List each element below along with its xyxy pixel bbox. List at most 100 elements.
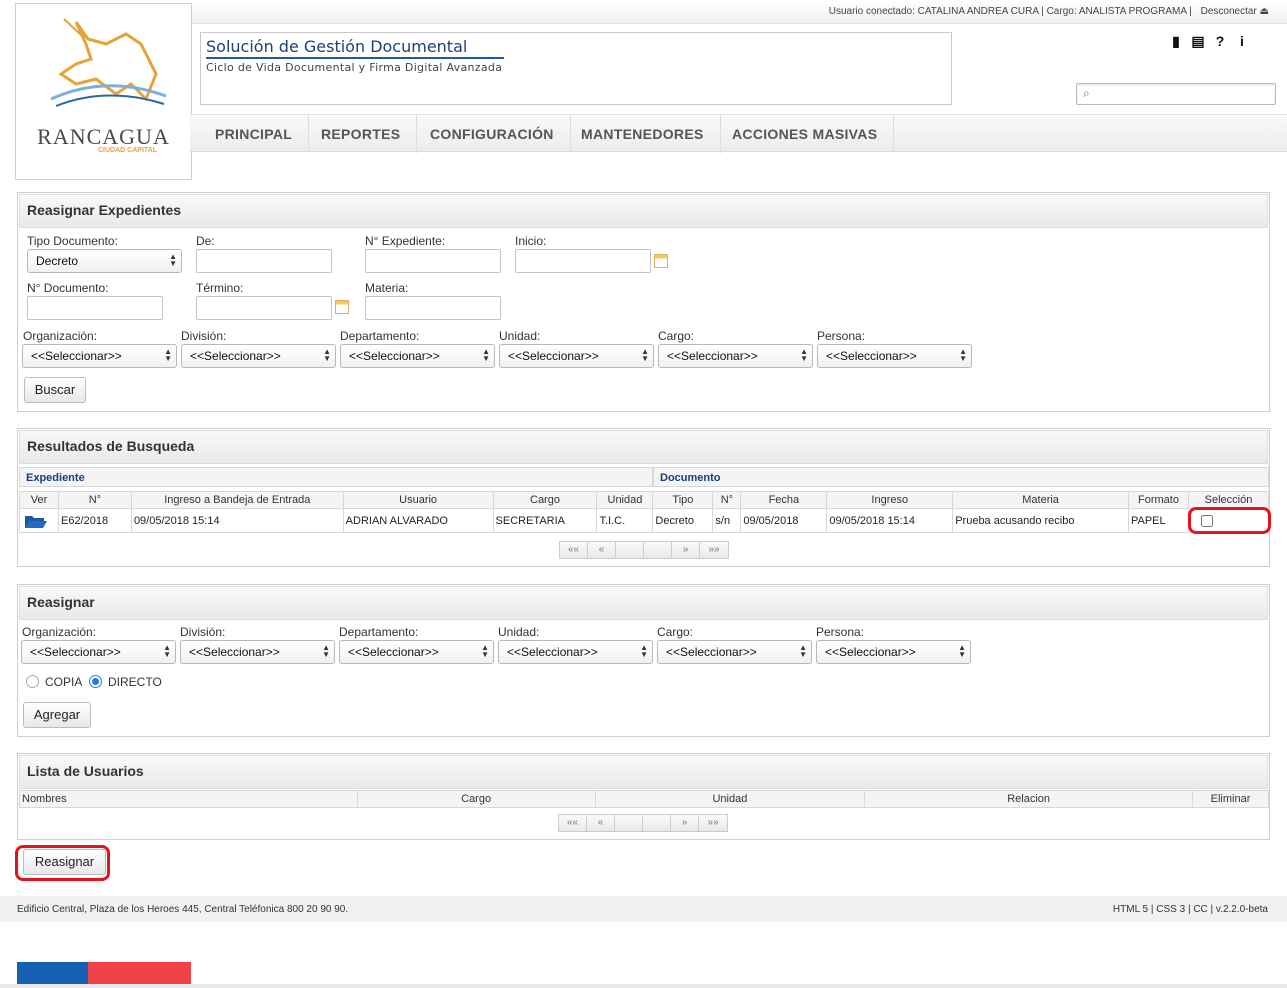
persona-select[interactable]: <<Seleccionar>> ▲ ▼ [816,640,971,664]
select-value: <<Seleccionar>> [825,645,916,659]
select-arrows-icon: ▲ ▼ [641,347,649,363]
col-cargo: Cargo [492,491,598,509]
logout-link[interactable]: Desconectar ⏏ [1201,6,1269,17]
n-expediente-input[interactable] [365,249,501,273]
highlight-reasignar [15,845,110,881]
division-select[interactable]: <<Seleccionar>> ▲ ▼ [181,344,336,368]
panel-title: Lista de Usuarios [19,755,1268,789]
col-tipo: Tipo [652,491,714,509]
select-value: Decreto [36,254,79,268]
unidad-select[interactable]: <<Seleccionar>> ▲ ▼ [499,344,654,368]
materia-label: Materia: [365,281,409,295]
directo-label: DIRECTO [108,675,162,689]
col-usuario: Usuario [342,491,494,509]
organizacion-label: Organización: [23,329,98,343]
news-icon[interactable]: ▤ [1187,33,1209,50]
calendar-icon[interactable] [335,300,349,314]
open-folder-icon[interactable] [24,513,48,529]
footer-address: Edificio Central, Plaza de los Heroes 44… [17,904,349,915]
horseman-emblem [50,18,167,107]
cargo-label: Cargo: [657,625,694,639]
cargo-select[interactable]: <<Seleccionar>> ▲ ▼ [657,640,812,664]
nav-principal[interactable]: PRINCIPAL [199,115,310,153]
select-value: <<Seleccionar>> [348,645,439,659]
select-value: <<Seleccionar>> [666,645,757,659]
col-numero: N° [57,491,132,509]
col-materia: Materia [952,491,1129,509]
select-value: <<Seleccionar>> [30,645,121,659]
logo-city-sub: CIUDAD CAPITAL [98,147,157,154]
col-cargo: Cargo [356,790,596,808]
prev-page-button[interactable]: « [587,815,615,831]
unidad-label: Unidad: [499,329,541,343]
next-page-button[interactable]: » [672,542,700,558]
departamento-select[interactable]: <<Seleccionar>> ▲ ▼ [340,344,495,368]
select-arrows-icon: ▲ ▼ [482,347,490,363]
organizacion-select[interactable]: <<Seleccionar>> ▲ ▼ [21,640,176,664]
ver-cell [19,508,59,533]
table-row: E62/2018 09/05/2018 15:14 ADRIAN ALVARAD… [19,508,1270,533]
termino-input[interactable] [196,296,332,320]
division-select[interactable]: <<Seleccionar>> ▲ ▼ [180,640,335,664]
agregar-button[interactable]: Agregar [23,702,91,728]
persona-select[interactable]: <<Seleccionar>> ▲ ▼ [817,344,972,368]
info-icon[interactable]: i [1231,33,1253,49]
top-bar: Usuario conectado: CATALINA ANDREA CURA … [190,0,1287,24]
departamento-label: Departamento: [339,625,419,639]
last-page-button[interactable]: »» [700,542,728,558]
ingreso-cell: 09/05/2018 15:14 [826,508,954,533]
n-documento-input[interactable] [27,296,163,320]
copia-label: COPIA [45,675,83,689]
last-page-button[interactable]: »» [699,815,727,831]
page-slot [643,815,671,831]
header-icons: ▮ ▤? i [1165,33,1253,50]
select-arrows-icon: ▲ ▼ [323,347,331,363]
search-input[interactable]: ⌕ [1076,83,1276,105]
nav-mantenedores[interactable]: MANTENEDORES [565,115,721,153]
col-unidad: Unidad [594,790,866,808]
calendar-icon[interactable] [654,254,668,268]
termino-label: Término: [196,281,244,295]
tipo-documento-select[interactable]: Decreto ▲ ▼ [27,249,182,273]
first-page-button[interactable]: «« [559,815,587,831]
cargo-cell: SECRETARIA [492,508,598,533]
rancagua-logo: RANCAGUA CIUDAD CAPITAL [15,3,192,180]
organizacion-select[interactable]: <<Seleccionar>> ▲ ▼ [22,344,177,368]
select-value: <<Seleccionar>> [507,645,598,659]
formato-cell: PAPEL [1127,508,1189,533]
select-arrows-icon: ▲ ▼ [800,347,808,363]
directo-radio[interactable] [89,675,102,688]
book-icon[interactable]: ▮ [1165,33,1187,50]
flag-red-stripe [88,962,191,984]
unidad-select[interactable]: <<Seleccionar>> ▲ ▼ [498,640,653,664]
col-doc-numero: N° [712,491,742,509]
page-slot [644,542,672,558]
doc-numero-cell: s/n [712,508,742,533]
division-label: División: [181,329,227,343]
col-relacion: Relacion [864,790,1193,808]
inicio-input[interactable] [515,249,651,273]
col-eliminar: Eliminar [1192,790,1269,808]
de-label: De: [196,234,215,248]
nav-acciones-masivas[interactable]: ACCIONES MASIVAS [716,115,895,153]
de-input[interactable] [196,249,332,273]
footer-tech: HTML 5 | CSS 3 | CC | v.2.2.0-beta [1112,904,1268,915]
buscar-button[interactable]: Buscar [24,377,86,403]
select-arrows-icon: ▲ ▼ [799,643,807,659]
prev-page-button[interactable]: « [588,542,616,558]
nav-reportes[interactable]: REPORTES [305,115,418,153]
materia-input[interactable] [365,296,501,320]
persona-label: Persona: [817,329,866,343]
select-arrows-icon: ▲ ▼ [163,643,171,659]
bottom-divider [0,984,1287,988]
first-page-button[interactable]: «« [560,542,588,558]
main-nav: PRINCIPAL REPORTES CONFIGURACIÓN MANTENE… [190,114,1287,153]
departamento-select[interactable]: <<Seleccionar>> ▲ ▼ [339,640,494,664]
usuarios-pager: «« « » »» [558,814,728,832]
cargo-select[interactable]: <<Seleccionar>> ▲ ▼ [658,344,813,368]
n-documento-label: N° Documento: [27,281,109,295]
help-icon[interactable]: ? [1209,33,1231,49]
nav-configuracion[interactable]: CONFIGURACIÓN [414,115,571,153]
copia-radio[interactable] [26,675,39,688]
next-page-button[interactable]: » [671,815,699,831]
